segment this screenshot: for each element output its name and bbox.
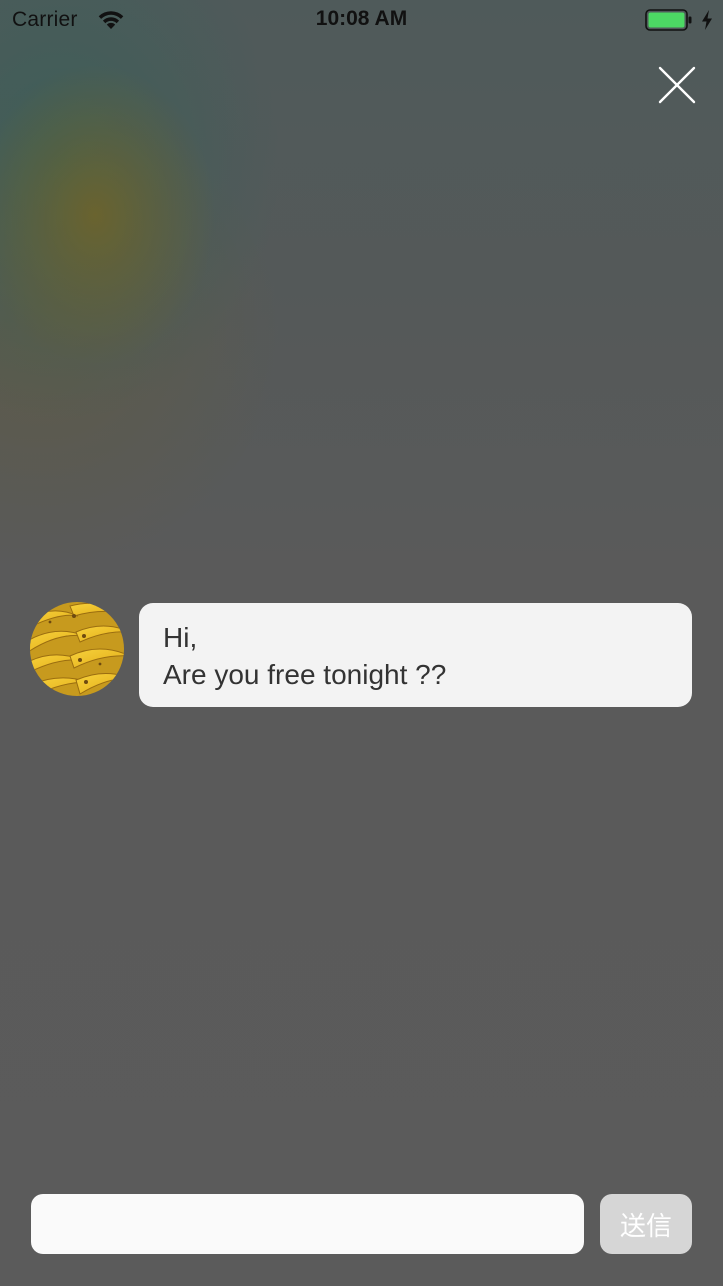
message-bubble: Hi, Are you free tonight ?? [139, 603, 692, 707]
banana-avatar-icon [30, 602, 124, 696]
send-button[interactable]: 送信 [600, 1194, 692, 1254]
charging-bolt-icon [702, 10, 712, 30]
message-line-1: Hi, [163, 622, 198, 653]
status-bar: Carrier 10:08 AM [0, 0, 723, 40]
battery-icon [645, 9, 692, 31]
message-line-2: Are you free tonight ?? [163, 659, 447, 690]
avatar[interactable] [30, 602, 124, 696]
close-icon [658, 66, 696, 104]
message-input[interactable] [31, 1194, 584, 1254]
close-button[interactable] [654, 62, 700, 108]
status-time: 10:08 AM [315, 7, 408, 30]
